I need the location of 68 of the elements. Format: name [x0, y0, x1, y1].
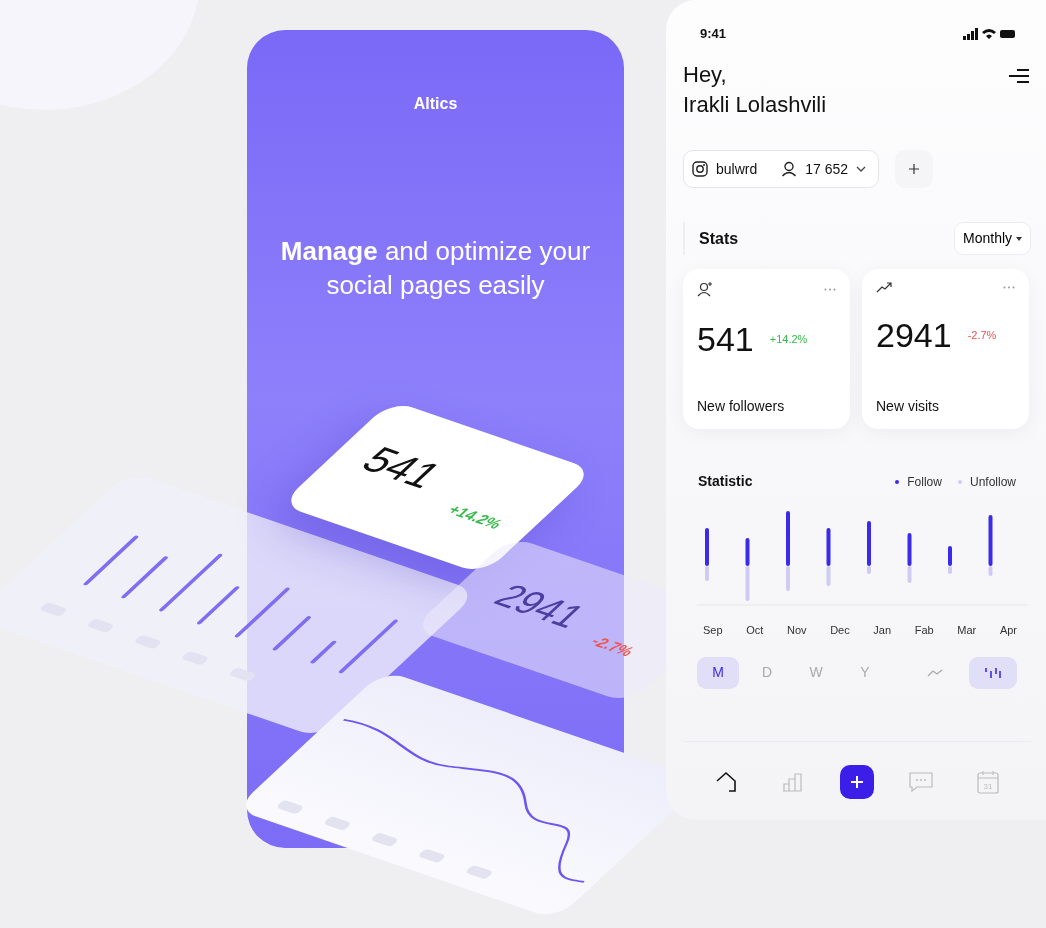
- add-account-button[interactable]: [895, 150, 934, 188]
- range-tab[interactable]: Y: [844, 656, 886, 689]
- follow-bar: [705, 528, 709, 566]
- app-name: Altics: [413, 94, 458, 114]
- stat-value: 541: [697, 319, 754, 359]
- camera-icon: [692, 161, 708, 177]
- follow-bar: [907, 533, 912, 566]
- unfollow-bar: [867, 566, 871, 574]
- user-name: Irakli Lolashvili: [683, 91, 827, 119]
- legend-label: Unfollow: [969, 473, 1016, 491]
- line-chart-icon: [927, 669, 943, 678]
- section-title: Stats: [699, 228, 739, 249]
- status-time: 9:41: [700, 25, 727, 44]
- follow-bar: [988, 515, 993, 566]
- stat-change: -2.7%: [967, 327, 997, 343]
- stat-change: +14.2%: [443, 500, 508, 534]
- user-icon: [781, 161, 798, 177]
- range-tab[interactable]: W: [795, 656, 837, 689]
- range-tab[interactable]: D: [746, 656, 788, 689]
- plus-icon: [909, 164, 920, 174]
- month-label: Apr: [999, 623, 1017, 638]
- chart-bar: [84, 535, 138, 586]
- unfollow-bar: [907, 566, 912, 583]
- account-selector[interactable]: bulwrd 17 652: [683, 150, 880, 188]
- month-label: Mar: [957, 623, 977, 638]
- chart-bar: [121, 556, 168, 599]
- unfollow-bar: [988, 566, 993, 576]
- stat-label: New visits: [876, 397, 940, 416]
- period-dropdown[interactable]: Monthly: [954, 222, 1031, 255]
- plus-icon: [850, 774, 864, 789]
- stat-value: 541: [351, 438, 453, 498]
- follower-count: 17 652: [805, 159, 849, 179]
- status-icons: [963, 28, 1015, 40]
- chart-title: Statistic: [698, 472, 753, 491]
- unfollow-bar: [786, 566, 790, 591]
- account-handle: bulwrd: [716, 159, 758, 179]
- stat-label: New followers: [697, 397, 786, 416]
- trend-up-icon: [876, 281, 892, 293]
- greeting: Hey,: [683, 61, 728, 89]
- caret-icon: [1016, 237, 1022, 242]
- range-tab[interactable]: M: [697, 656, 739, 689]
- more-icon[interactable]: [1003, 285, 1015, 289]
- chevron-icon: [856, 165, 867, 173]
- follow-bar: [948, 546, 952, 566]
- month-label: Dec: [830, 623, 850, 638]
- bar-chart-toggle[interactable]: [969, 656, 1017, 689]
- stat-change: +14.2%: [769, 331, 808, 347]
- chart-bar: [339, 619, 398, 674]
- unfollow-bar: [826, 566, 831, 586]
- follow-bar: [786, 511, 790, 566]
- follow-bar: [745, 538, 750, 566]
- month-label: Nov: [786, 623, 807, 638]
- unfollow-bar: [948, 566, 952, 574]
- unfollow-bar: [745, 566, 750, 601]
- month-label: Jan: [873, 623, 892, 638]
- legend-label: Follow: [907, 473, 942, 491]
- user-plus-icon: [697, 281, 713, 297]
- stat-value: 2941: [876, 315, 952, 355]
- unfollow-bar: [705, 566, 709, 581]
- headline: Manage and optimize your social pages easily: [279, 235, 592, 302]
- add-button[interactable]: [840, 764, 874, 799]
- more-icon[interactable]: [824, 287, 836, 291]
- follow-bar: [867, 521, 871, 566]
- follow-bar: [826, 528, 831, 566]
- month-label: Oct: [746, 623, 764, 638]
- bar-chart-icon: [984, 667, 1002, 680]
- month-label: Sep: [703, 623, 723, 638]
- month-label: Fab: [914, 623, 934, 638]
